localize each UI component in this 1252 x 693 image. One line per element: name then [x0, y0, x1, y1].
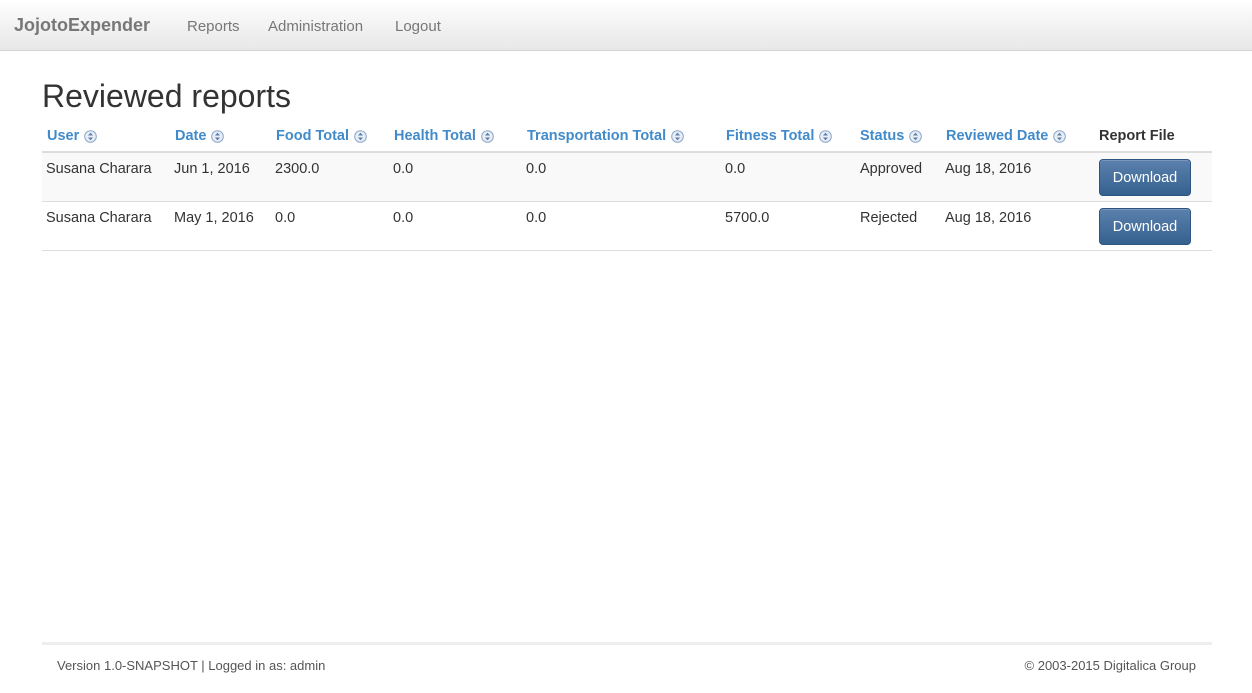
reviewed-reports-table: User Date Food Total Health Total Transp…: [42, 121, 1212, 251]
cell-user: Susana Charara: [46, 210, 152, 226]
column-header-label: Fitness Total: [726, 128, 815, 144]
cell-status: Approved: [860, 161, 923, 177]
cell-user: Susana Charara: [46, 161, 152, 177]
column-header-status[interactable]: Status: [860, 128, 923, 144]
cell-food-total: 0.0: [275, 210, 296, 226]
cell-status: Rejected: [860, 210, 918, 226]
table-row: Susana Charara May 1, 2016 0.0 0.0 0.0 5…: [42, 202, 1212, 251]
column-header-label: Transportation Total: [527, 128, 667, 144]
table-header: User Date Food Total Health Total Transp…: [42, 121, 1212, 153]
sort-icon: [671, 129, 684, 143]
cell-transportation-total: 0.0: [526, 161, 547, 177]
column-header-transportation-total[interactable]: Transportation Total: [527, 128, 684, 144]
cell-reviewed-date: Aug 18, 2016: [945, 161, 1032, 177]
column-header-label: Status: [860, 128, 905, 144]
nav-administration[interactable]: Administration: [268, 18, 363, 35]
column-header-label: Date: [175, 128, 207, 144]
sort-icon: [909, 129, 923, 143]
nav-logout[interactable]: Logout: [395, 18, 441, 35]
column-header-fitness-total[interactable]: Fitness Total: [726, 128, 833, 144]
sort-icon: [481, 129, 494, 143]
footer-copyright: © 2003-2015 Digitalica Group: [1024, 658, 1196, 673]
column-header-user[interactable]: User: [47, 128, 98, 144]
column-header-food-total[interactable]: Food Total: [276, 128, 367, 144]
column-header-reviewed-date[interactable]: Reviewed Date: [946, 128, 1067, 144]
sort-icon: [819, 129, 833, 143]
footer-version-info: Version 1.0-SNAPSHOT | Logged in as: adm…: [57, 658, 326, 673]
sort-icon: [1053, 129, 1067, 143]
cell-food-total: 2300.0: [275, 161, 320, 177]
page-title: Reviewed reports: [42, 78, 291, 114]
cell-health-total: 0.0: [393, 210, 414, 226]
column-header-report-file: Report File: [1099, 128, 1175, 144]
column-header-label: Food Total: [276, 128, 350, 144]
brand-logo[interactable]: JojotoExpender: [14, 15, 150, 36]
cell-date: May 1, 2016: [174, 210, 254, 226]
cell-reviewed-date: Aug 18, 2016: [945, 210, 1032, 226]
download-button[interactable]: Download: [1099, 159, 1191, 196]
column-header-label: User: [47, 128, 80, 144]
column-header-date[interactable]: Date: [175, 128, 225, 144]
sort-icon: [354, 129, 367, 143]
sort-icon: [84, 129, 98, 143]
column-header-label: Report File: [1099, 128, 1175, 144]
download-button[interactable]: Download: [1099, 208, 1191, 245]
sort-icon: [211, 129, 225, 143]
top-navbar: JojotoExpender Reports Administration Lo…: [0, 0, 1252, 51]
column-header-health-total[interactable]: Health Total: [394, 128, 494, 144]
cell-transportation-total: 0.0: [526, 210, 547, 226]
cell-fitness-total: 5700.0: [725, 210, 770, 226]
column-header-label: Reviewed Date: [946, 128, 1049, 144]
nav-reports[interactable]: Reports: [187, 18, 240, 35]
footer-divider: [42, 642, 1212, 645]
table-row: Susana Charara Jun 1, 2016 2300.0 0.0 0.…: [42, 153, 1212, 202]
cell-health-total: 0.0: [393, 161, 414, 177]
cell-date: Jun 1, 2016: [174, 161, 250, 177]
column-header-label: Health Total: [394, 128, 476, 144]
cell-fitness-total: 0.0: [725, 161, 746, 177]
